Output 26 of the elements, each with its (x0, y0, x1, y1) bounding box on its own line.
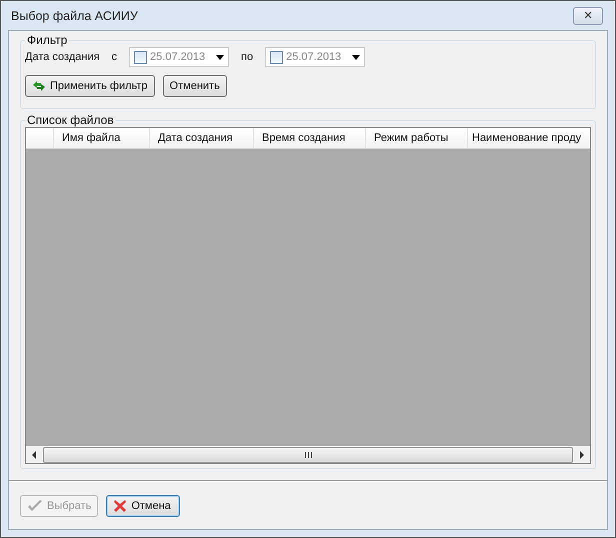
grip-icon (304, 452, 312, 458)
date-checkbox[interactable] (270, 50, 284, 64)
column-header[interactable]: Дата создания (150, 128, 254, 148)
column-header[interactable]: Наименование проду (468, 128, 590, 148)
checkmark-icon (27, 498, 43, 512)
date-picker[interactable]: 25.07.2013 (265, 47, 366, 67)
horizontal-scrollbar[interactable] (26, 446, 590, 463)
reset-button[interactable]: Отменить (162, 75, 227, 97)
window-title: Выбор файла АСИИУ (11, 8, 138, 22)
date-picker[interactable]: 25.07.2013 (129, 47, 230, 67)
date-checkbox[interactable] (134, 50, 148, 64)
apply-filter-button[interactable]: Применить фильтр (25, 75, 155, 97)
cancel-button[interactable]: Отмена (106, 494, 180, 516)
field-label: Дата создания (25, 51, 100, 63)
dropdown-arrow-icon (352, 54, 360, 60)
group-title: Список файлов (26, 113, 115, 127)
refresh-arrows-icon (32, 79, 46, 93)
cross-icon (113, 498, 128, 512)
column-header[interactable]: Имя файла (54, 128, 150, 148)
date-prefix-label: с (112, 51, 118, 63)
dropdown-arrow-icon (216, 54, 224, 60)
column-header[interactable]: Время создания (254, 128, 366, 148)
date-prefix-label: по (241, 51, 254, 63)
group-title: Фильтр (26, 33, 68, 47)
close-button[interactable]: ✕ (573, 6, 603, 24)
column-header[interactable]: Режим работы (366, 128, 468, 148)
